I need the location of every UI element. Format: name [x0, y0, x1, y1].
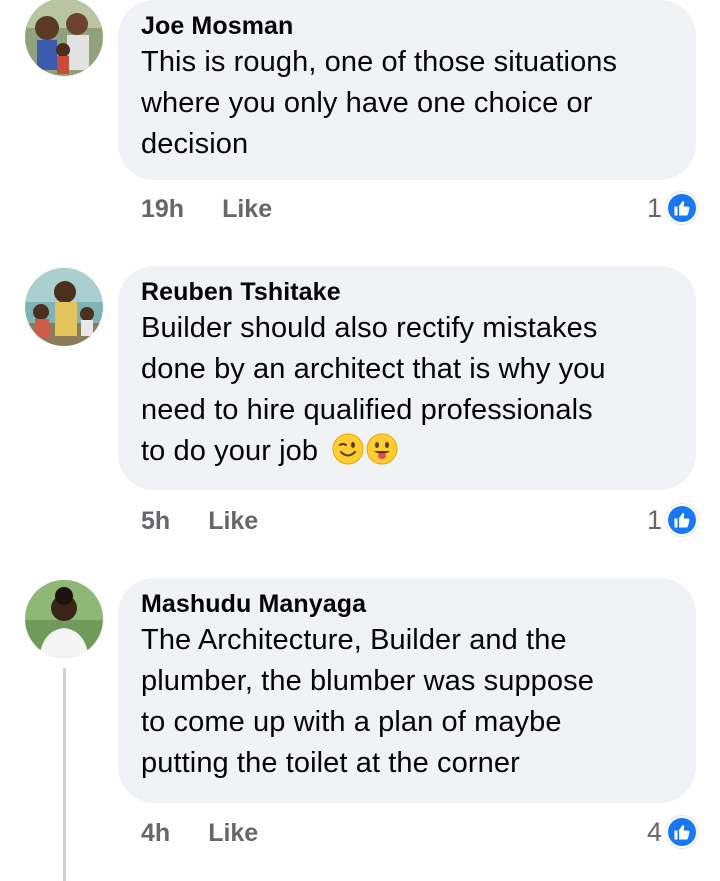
- comment-timestamp[interactable]: 5h: [141, 507, 170, 536]
- comment-line: Builder should also rectify mistakes: [141, 312, 598, 344]
- comment-line: to come up with a plan of maybe: [141, 706, 562, 738]
- smiling-face-with-tongue-icon: [366, 433, 398, 465]
- comment-text: This is rough, one of those situations w…: [141, 42, 672, 165]
- comment-line: decision: [141, 128, 249, 160]
- comment-text: Builder should also rectify mistakes don…: [141, 308, 672, 472]
- comment-line: where you only have one choice or: [141, 87, 593, 119]
- comment-meta: 19h Like: [141, 191, 272, 227]
- comment-bubble: Mashudu Manyaga The Architecture, Builde…: [118, 578, 696, 803]
- comment-timestamp[interactable]: 19h: [141, 195, 184, 224]
- comment-line: need to hire qualified professionals: [141, 394, 593, 426]
- winking-face-icon: [332, 433, 364, 465]
- reaction-count: 4: [646, 816, 662, 847]
- like-button[interactable]: Like: [208, 819, 258, 848]
- reaction-count: 1: [646, 504, 662, 535]
- comment-line-text: to do your job: [141, 435, 319, 467]
- comment-line: putting the toilet at the corner: [141, 747, 520, 779]
- comment-meta: 5h Like: [141, 503, 258, 539]
- comment-author[interactable]: Reuben Tshitake: [141, 276, 672, 308]
- like-button[interactable]: Like: [222, 195, 272, 224]
- comment-text: The Architecture, Builder and the plumbe…: [141, 620, 672, 784]
- comment-line: plumber, the blumber was suppose: [141, 665, 594, 697]
- thumbs-up-icon: [666, 192, 698, 224]
- avatar[interactable]: [25, 580, 103, 658]
- avatar[interactable]: [25, 0, 103, 76]
- comment-bubble: Reuben Tshitake Builder should also rect…: [118, 266, 696, 490]
- comment-line: The Architecture, Builder and the: [141, 624, 567, 656]
- comment-line: done by an architect that is why you: [141, 353, 606, 385]
- comment-timestamp[interactable]: 4h: [141, 819, 170, 848]
- comment-author[interactable]: Mashudu Manyaga: [141, 588, 672, 620]
- thumbs-up-icon: [666, 816, 698, 848]
- reaction-summary[interactable]: 4: [647, 814, 698, 850]
- reaction-summary[interactable]: 1: [647, 190, 698, 226]
- comment-meta: 4h Like: [141, 815, 258, 851]
- comment-bubble: Joe Mosman This is rough, one of those s…: [118, 0, 696, 180]
- avatar[interactable]: [25, 268, 103, 346]
- like-button[interactable]: Like: [208, 507, 258, 536]
- thumbs-up-icon: [666, 504, 698, 536]
- reaction-summary[interactable]: 1: [647, 502, 698, 538]
- comment-author[interactable]: Joe Mosman: [141, 10, 672, 42]
- comment-line: This is rough, one of those situations: [141, 46, 618, 78]
- reaction-count: 1: [646, 192, 662, 223]
- comment-line: to do your job: [141, 431, 672, 472]
- reply-thread-line: [63, 668, 66, 881]
